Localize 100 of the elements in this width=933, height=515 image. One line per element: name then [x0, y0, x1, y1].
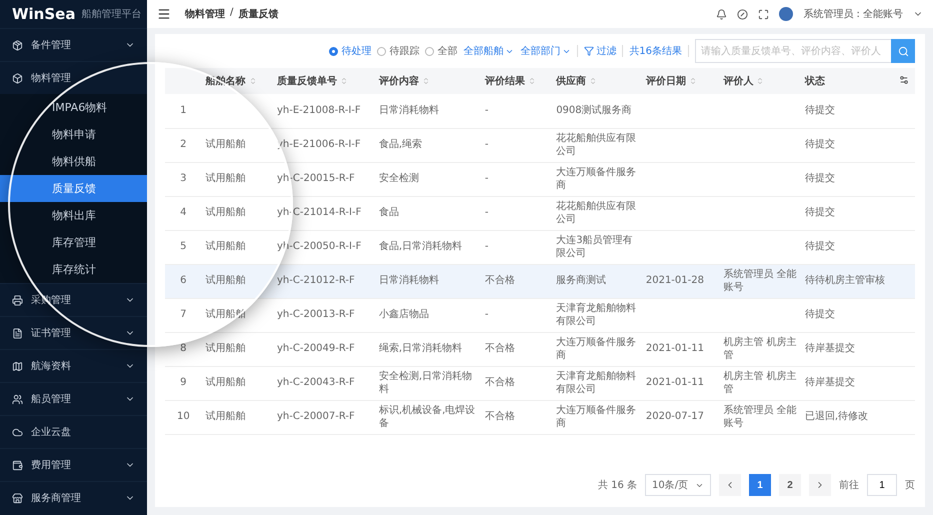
table-cell: 大连万顺备件服务商	[552, 400, 642, 434]
table-cell: yh-C-20049-R-F	[273, 332, 375, 366]
sidebar-item[interactable]: 企业云盘	[0, 415, 147, 448]
table-cell: 待提交	[800, 94, 895, 128]
slash-circle-icon[interactable]	[737, 8, 748, 20]
menu-icon[interactable]	[157, 7, 171, 21]
next-page-button[interactable]	[809, 474, 831, 496]
filter-link[interactable]: 过滤	[584, 44, 616, 58]
table-row[interactable]: 1 yh-E-21008-R-I-F 日常消耗物料 - 0908测试服务商 待提交	[165, 94, 915, 128]
dropdown[interactable]: 全部部门	[520, 44, 572, 58]
sidebar-item[interactable]: 费用管理	[0, 448, 147, 481]
table-cell: 不合格	[480, 264, 552, 298]
column-header[interactable]: 质量反馈单号	[273, 68, 375, 94]
sort-icon[interactable]	[528, 77, 536, 85]
table-cell: 安全检测,日常消耗物料	[374, 366, 481, 400]
table-row[interactable]: 2 试用船舶 yh-E-21006-R-I-F 食品,绳索 - 花花船舶供应有限公司 待提交	[165, 128, 915, 162]
table-cell: 1	[165, 94, 202, 128]
table-cell: 7	[165, 298, 202, 332]
table-cell: 9	[165, 366, 202, 400]
table-cell: yh-E-21006-R-I-F	[273, 128, 375, 162]
sidebar-item[interactable]: 航海资料	[0, 349, 147, 382]
column-header[interactable]: 状态	[800, 68, 895, 94]
submenu-item[interactable]: 库存管理	[0, 229, 147, 256]
column-header[interactable]: 供应商	[552, 68, 642, 94]
submenu-item[interactable]: 物料出库	[0, 202, 147, 229]
table-cell: yh-C-20013-R-F	[273, 298, 375, 332]
table-cell: -	[480, 230, 552, 264]
user-name[interactable]: 系统管理员 : 全能账号	[803, 7, 903, 21]
table-cell: 2021-01-28	[642, 264, 720, 298]
table-cell: 8	[165, 332, 202, 366]
menu-icon	[12, 492, 23, 504]
bell-icon[interactable]	[716, 8, 728, 20]
sort-icon[interactable]	[422, 77, 430, 85]
sort-icon[interactable]	[248, 77, 257, 85]
breadcrumb-separator: /	[230, 7, 234, 20]
sort-icon[interactable]	[756, 77, 764, 85]
dropdown[interactable]: 全部船舶	[463, 44, 514, 58]
table-cell: 试用船舶	[202, 366, 273, 400]
table-cell: 花花船舶供应有限公司	[552, 196, 642, 230]
table-cell: yh-C-20043-R-F	[273, 366, 375, 400]
table-row[interactable]: 7 试用船舶 yh-C-20013-R-F 小鑫店物品 - 天津育龙船舶物料有限公司 待提交	[165, 298, 915, 332]
table-cell: 待提交	[800, 298, 895, 332]
table-cell: 已退回,待修改	[800, 400, 895, 434]
prev-page-button[interactable]	[719, 474, 741, 496]
search-icon	[898, 46, 908, 56]
table-cell: 试用船舶	[202, 162, 273, 196]
page-size-select[interactable]: 10条/页	[645, 474, 711, 496]
goto-field[interactable]: 1	[867, 474, 897, 496]
breadcrumb-item[interactable]: 质量反馈	[238, 7, 278, 21]
table-cell: 安全检测	[374, 162, 481, 196]
submenu-item[interactable]: 物料申请	[0, 121, 147, 148]
radio-option[interactable]: 待处理	[329, 44, 372, 58]
radio-option[interactable]: 全部	[425, 44, 458, 58]
settings-icon[interactable]	[898, 74, 909, 84]
page-button[interactable]: 2	[779, 474, 801, 496]
filter-icon	[584, 46, 594, 56]
menu-icon	[12, 294, 23, 306]
table-cell: 2021-01-11	[642, 332, 720, 366]
table-row[interactable]: 5 试用船舶 yh-C-20050-R-I-F 食品,日常消耗物料 - 大连3船员管理有限公司 待提交	[165, 230, 915, 264]
breadcrumb-item[interactable]: 物料管理	[185, 7, 225, 21]
search-field[interactable]: 请输入质量反馈单号、评价内容、评价人	[695, 39, 891, 63]
column-header[interactable]: 评价内容	[374, 68, 481, 94]
sidebar-item[interactable]: 证书管理	[0, 316, 147, 349]
submenu-item[interactable]: 库存统计	[0, 256, 147, 283]
sidebar-item[interactable]: 服务商管理	[0, 481, 147, 514]
sort-icon[interactable]	[688, 77, 697, 85]
column-header[interactable]: 船舶名称	[202, 68, 273, 94]
column-settings[interactable]	[894, 68, 915, 94]
menu-icon	[12, 426, 23, 438]
table-cell: 大连3船员管理有限公司	[552, 230, 642, 264]
table-cell: 食品,绳索	[374, 128, 481, 162]
table-cell: 标识,机械设备,电焊设备	[374, 400, 481, 434]
submenu-item[interactable]: 物料供船	[0, 148, 147, 175]
submenu-item[interactable]: IMPA6物料	[0, 94, 147, 121]
radio-option[interactable]: 待跟踪	[377, 44, 420, 58]
avatar[interactable]	[779, 7, 794, 21]
column-header[interactable]: 评价人	[719, 68, 801, 94]
table-cell: 试用船舶	[202, 400, 273, 434]
table-cell: 待提交	[800, 162, 895, 196]
table-cell: 系统管理员 全能账号	[719, 264, 801, 298]
column-header[interactable]: 评价日期	[642, 68, 720, 94]
table-row[interactable]: 4 试用船舶 yh-C-21014-R-I-F 食品 - 花花船舶供应有限公司 待提交	[165, 196, 915, 230]
sort-icon[interactable]	[340, 77, 348, 85]
table-row[interactable]: 3 试用船舶 yh-C-20015-R-F 安全检测 - 大连万顺备件服务商 待提交	[165, 162, 915, 196]
search-button[interactable]	[891, 39, 915, 63]
sort-icon[interactable]	[589, 77, 598, 85]
submenu-item[interactable]: 质量反馈	[0, 175, 147, 202]
fullscreen-icon[interactable]	[758, 8, 770, 20]
table-cell: 试用船舶	[202, 298, 273, 332]
sidebar-item[interactable]: 备件管理	[0, 28, 147, 61]
column-header[interactable]: 评价结果	[480, 68, 552, 94]
table-cell: 机房主管 机房主管	[719, 366, 801, 400]
result-count: 共16条结果	[629, 44, 682, 58]
table-cell: 试用船舶	[202, 264, 273, 298]
table-cell: -	[480, 298, 552, 332]
page-button[interactable]: 1	[749, 474, 771, 496]
table-cell: 不合格	[480, 332, 552, 366]
sidebar-item[interactable]: 船员管理	[0, 382, 147, 415]
table-cell: -	[480, 196, 552, 230]
table-cell: 待提交	[800, 196, 895, 230]
